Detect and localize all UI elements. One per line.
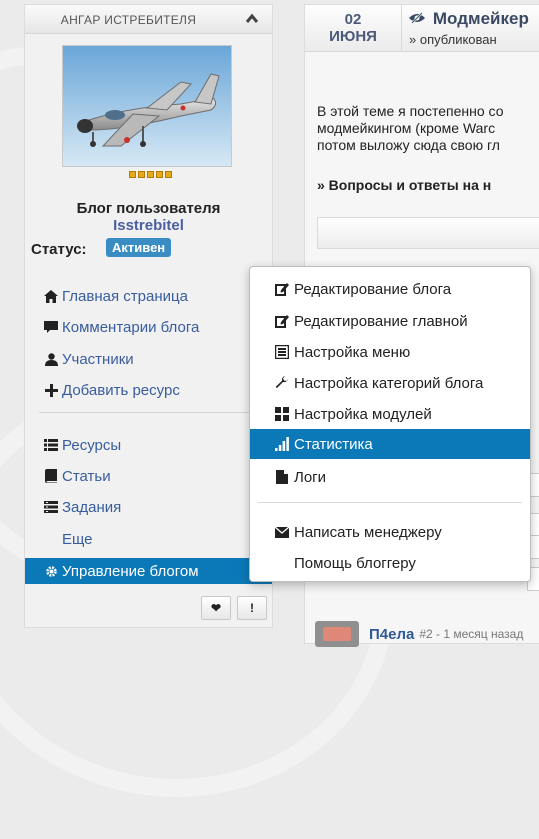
post-date: 02 ИЮНЯ	[305, 5, 402, 51]
sidebar-item-home[interactable]: Главная страница	[25, 283, 272, 309]
post-date-day: 02	[344, 11, 362, 28]
status-label: Статус:	[31, 241, 87, 258]
like-button[interactable]: ❤	[201, 596, 231, 620]
post-subtitle: » опубликован	[409, 32, 497, 47]
tasks-icon	[43, 501, 59, 513]
blog-sidebar: АНГАР ИСТРЕБИТЕЛЯ Блог пользователя Isst…	[24, 4, 273, 628]
post-body-line: модмейкингом (кроме Warc	[317, 120, 496, 136]
avatar[interactable]	[315, 621, 359, 647]
sidebar-item-label: Управление блогом	[62, 562, 199, 580]
sidebar-item-label: Задания	[62, 498, 122, 516]
menu-item-label: Настройка категорий блога	[294, 374, 484, 392]
star-icon	[138, 171, 145, 178]
comment-meta: #2 - 1 месяц назад	[419, 627, 524, 641]
sidebar-title: АНГАР ИСТРЕБИТЕЛЯ	[60, 13, 197, 27]
edit-icon	[274, 314, 290, 328]
comment-author-name[interactable]: П4ела	[369, 626, 414, 643]
menu-item-edit-main[interactable]: Редактирование главной	[250, 306, 530, 336]
menu-item-label: Логи	[294, 468, 327, 486]
list-icon	[43, 439, 59, 451]
star-icon	[156, 171, 163, 178]
jet-fighter-icon	[63, 46, 231, 166]
blog-management-dropdown: Редактирование блога Редактирование глав…	[249, 266, 531, 582]
status-badge: Активен	[106, 238, 172, 257]
menu-item-label: Редактирование блога	[294, 280, 452, 298]
dropdown-divider	[258, 502, 522, 503]
blog-avatar[interactable]	[62, 45, 232, 167]
edit-icon	[274, 282, 290, 296]
sidebar-item-add-resource[interactable]: Добавить ресурс	[25, 377, 272, 403]
post-date-month: ИЮНЯ	[329, 28, 377, 45]
post-body: В этой теме я постепенно со модмейкингом…	[317, 103, 503, 154]
sidebar-item-label: Комментарии блога	[62, 318, 200, 336]
menu-item-logs[interactable]: Логи	[250, 462, 530, 492]
menu-item-label: Редактирование главной	[294, 312, 468, 330]
star-icon	[129, 171, 136, 178]
sidebar-item-label: Добавить ресурс	[62, 381, 180, 399]
menu-item-label: Настройка меню	[294, 343, 411, 361]
home-icon	[43, 289, 59, 303]
comment-icon	[43, 320, 59, 334]
plus-icon	[43, 383, 59, 397]
menu-item-statistics[interactable]: Статистика	[250, 429, 530, 459]
rating-stars	[129, 171, 172, 178]
star-icon	[165, 171, 172, 178]
grid-icon	[274, 407, 290, 421]
gear-icon	[43, 565, 59, 578]
menu-item-edit-blog[interactable]: Редактирование блога	[250, 274, 530, 304]
sidebar-item-label: Участники	[62, 350, 134, 368]
sidebar-item-comments[interactable]: Комментарии блога	[25, 314, 272, 340]
sidebar-item-articles[interactable]: Статьи	[25, 463, 272, 489]
blog-owner-username[interactable]: Isstrebitel	[25, 217, 272, 234]
sidebar-item-label: Еще	[62, 530, 93, 548]
menu-item-module-settings[interactable]: Настройка модулей	[250, 399, 530, 429]
sidebar-header: АНГАР ИСТРЕБИТЕЛЯ	[25, 5, 272, 34]
bar-chart-icon	[274, 437, 290, 451]
qa-link[interactable]: » Вопросы и ответы на н	[317, 177, 491, 193]
sidebar-item-label: Ресурсы	[62, 436, 122, 454]
report-button[interactable]: !	[237, 596, 267, 620]
menu-item-message-manager[interactable]: Написать менеджеру	[250, 517, 530, 547]
content-toolbar	[317, 217, 539, 249]
post-title[interactable]: Модмейкер	[409, 9, 529, 29]
blog-owner-label: Блог пользователя	[76, 200, 221, 217]
sidebar-item-more[interactable]: Еще	[25, 526, 272, 552]
wrench-icon	[274, 376, 290, 390]
menu-item-label: Помощь блоггеру	[294, 554, 416, 572]
menu-item-blogger-help[interactable]: Помощь блоггеру	[250, 548, 530, 578]
sidebar-item-label: Главная страница	[62, 287, 188, 305]
menu-item-label: Написать менеджеру	[294, 523, 442, 541]
envelope-icon	[274, 526, 290, 538]
menu-item-category-settings[interactable]: Настройка категорий блога	[250, 368, 530, 398]
post-body-line: В этой теме я постепенно со	[317, 103, 504, 119]
sidebar-item-blog-management[interactable]: Управление блогом	[25, 558, 272, 584]
sidebar-item-resources[interactable]: Ресурсы	[25, 432, 272, 458]
menu-item-label: Настройка модулей	[294, 405, 432, 423]
menu-item-menu-settings[interactable]: Настройка меню	[250, 337, 530, 367]
eye-slash-icon	[409, 11, 429, 27]
star-icon	[147, 171, 154, 178]
sidebar-item-label: Статьи	[62, 467, 111, 485]
book-icon	[43, 469, 59, 483]
post-body-line: потом выложу сюда свою гл	[317, 137, 500, 153]
menu-list-icon	[274, 345, 290, 359]
file-icon	[274, 470, 290, 484]
user-icon	[43, 352, 59, 366]
menu-item-label: Статистика	[294, 435, 373, 453]
sidebar-item-tasks[interactable]: Задания	[25, 494, 272, 520]
comment-header: П4ела #2 - 1 месяц назад	[315, 621, 523, 647]
post-header: 02 ИЮНЯ Модмейкер » опубликован	[305, 5, 539, 52]
post-title-text: Модмейкер	[432, 9, 529, 28]
collapse-chevron-up-icon[interactable]	[244, 11, 260, 27]
sidebar-actions: ❤ !	[201, 596, 267, 620]
sidebar-divider	[39, 412, 258, 413]
sidebar-item-members[interactable]: Участники	[25, 346, 272, 372]
